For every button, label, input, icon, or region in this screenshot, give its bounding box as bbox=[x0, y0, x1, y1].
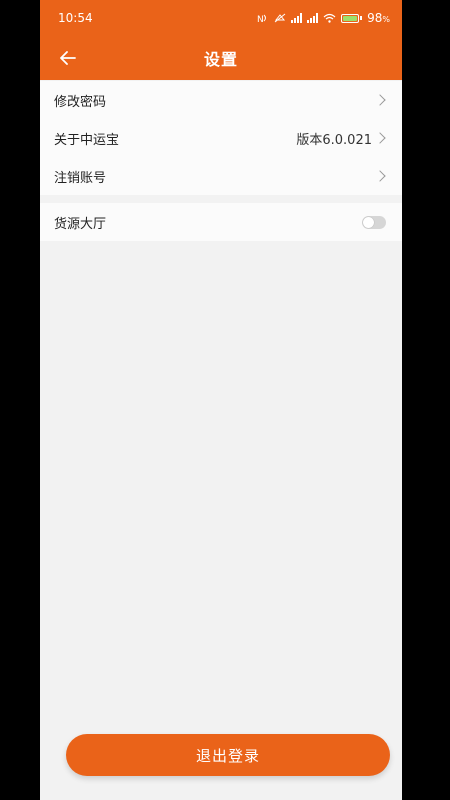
app-header: 10:54 N 98% 设置 bbox=[40, 0, 402, 80]
chevron-right-icon bbox=[374, 94, 386, 106]
back-button[interactable] bbox=[56, 46, 80, 70]
signal-icon bbox=[291, 13, 303, 23]
change-password-row[interactable]: 修改密码 bbox=[40, 81, 402, 119]
cargo-hall-row: 货源大厅 bbox=[40, 203, 402, 241]
nfc-icon: N bbox=[257, 14, 267, 23]
version-text: 版本6.0.021 bbox=[296, 132, 372, 148]
page-title: 设置 bbox=[203, 50, 238, 69]
logout-button[interactable]: 退出登录 bbox=[66, 734, 390, 776]
mute-icon bbox=[274, 13, 286, 23]
signal-icon bbox=[307, 13, 319, 23]
chevron-right-icon bbox=[374, 170, 386, 182]
about-label: 关于中运宝 bbox=[54, 132, 120, 148]
nav-bar: 设置 bbox=[40, 36, 402, 80]
status-time: 10:54 bbox=[58, 11, 93, 25]
cargo-hall-toggle[interactable] bbox=[362, 215, 386, 229]
svg-text:N: N bbox=[257, 15, 264, 23]
about-row[interactable]: 关于中运宝 版本6.0.021 bbox=[40, 119, 402, 157]
status-bar: 10:54 N 98% bbox=[40, 0, 402, 36]
change-password-label: 修改密码 bbox=[54, 94, 107, 110]
arrow-left-icon bbox=[60, 51, 76, 65]
status-icons: N 98% bbox=[257, 11, 390, 25]
settings-group-account: 修改密码 关于中运宝 版本6.0.021 注销账号 bbox=[40, 81, 402, 195]
phone-screen: 10:54 N 98% 设置 修改密码 关于中运宝 版本6.0.021 注销账号… bbox=[40, 0, 402, 800]
wifi-icon bbox=[323, 13, 336, 23]
deregister-label: 注销账号 bbox=[54, 170, 107, 186]
chevron-right-icon bbox=[374, 132, 386, 144]
battery-percent: 98% bbox=[367, 11, 390, 25]
battery-tip bbox=[360, 16, 363, 20]
toggle-knob bbox=[363, 216, 374, 228]
deregister-row[interactable]: 注销账号 bbox=[40, 157, 402, 195]
settings-group-cargo: 货源大厅 bbox=[40, 203, 402, 241]
battery-icon bbox=[341, 13, 360, 23]
cargo-hall-label: 货源大厅 bbox=[54, 216, 107, 232]
